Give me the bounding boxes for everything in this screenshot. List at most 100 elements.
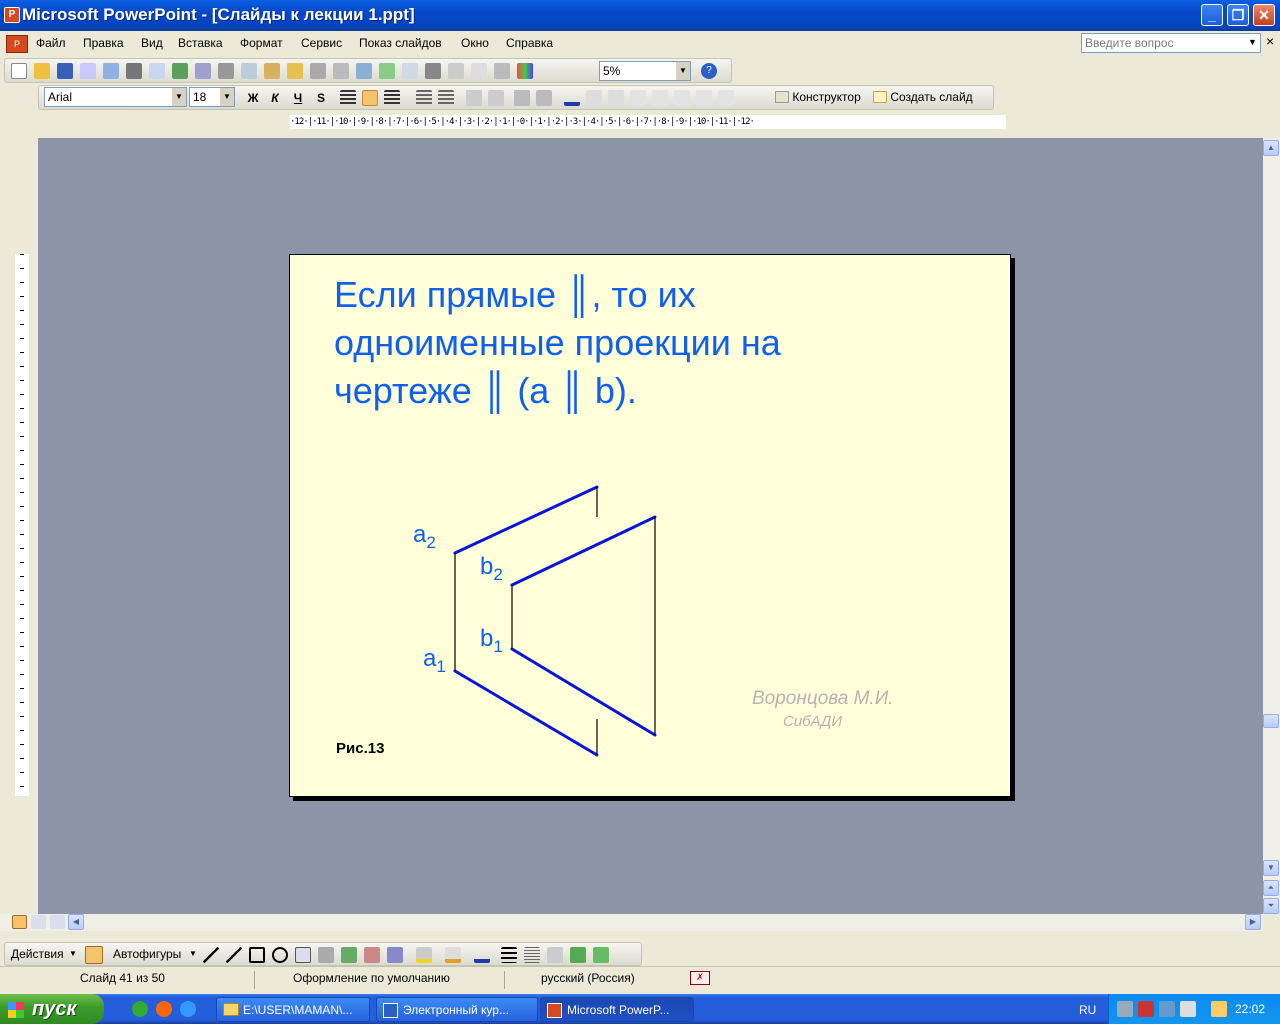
font-size-dropdown-arrow-icon[interactable]: ▼: [220, 88, 234, 106]
spelling-icon[interactable]: [172, 63, 188, 79]
document-close-icon[interactable]: ×: [1266, 33, 1274, 49]
font-size-select[interactable]: 18 ▼: [189, 87, 235, 107]
zoom-select[interactable]: 5% ▼: [599, 61, 691, 81]
decrease-indent-icon[interactable]: [514, 90, 530, 106]
previous-slide-icon[interactable]: ⏶: [1263, 880, 1279, 896]
network-icon[interactable]: [1117, 1001, 1133, 1017]
increase-font-icon[interactable]: [466, 90, 482, 106]
show-desktop-icon[interactable]: [132, 1001, 148, 1017]
zoom-dropdown-arrow-icon[interactable]: ▼: [676, 62, 690, 80]
maximize-button[interactable]: ❐: [1227, 4, 1249, 26]
taskbar-button-word[interactable]: Электронный кур...: [376, 997, 538, 1022]
actions-dropdown-icon[interactable]: ▼: [69, 949, 77, 958]
start-button[interactable]: пуск: [0, 994, 104, 1024]
font-select[interactable]: Arial ▼: [44, 87, 187, 107]
antivirus-icon[interactable]: [1138, 1001, 1154, 1017]
rectangle-tool-icon[interactable]: [249, 947, 265, 963]
fill-color-icon[interactable]: [416, 947, 432, 963]
transition-icon[interactable]: [696, 90, 712, 106]
new-slide-button[interactable]: Создать слайд: [873, 90, 973, 104]
insert-table-icon[interactable]: [379, 63, 395, 79]
designer-button[interactable]: Конструктор: [775, 90, 861, 104]
tray-app-icon[interactable]: [1211, 1001, 1227, 1017]
menu-format[interactable]: Формат: [240, 36, 283, 50]
slide-canvas[interactable]: Если прямые ║, то их одноименные проекци…: [289, 254, 1011, 797]
print-preview-icon[interactable]: [149, 63, 165, 79]
arrow-style-icon[interactable]: [547, 947, 563, 963]
menu-insert[interactable]: Вставка: [178, 36, 223, 50]
help-icon[interactable]: ?: [701, 63, 717, 79]
taskbar-button-explorer[interactable]: E:\USER\MAMAN\...: [216, 997, 370, 1022]
scroll-thumb[interactable]: [1263, 714, 1279, 728]
cut-icon[interactable]: [218, 63, 234, 79]
bullets-icon[interactable]: [438, 90, 454, 106]
help-search-input[interactable]: Введите вопрос: [1081, 33, 1261, 53]
parallel-lines-drawing[interactable]: [290, 255, 1010, 796]
scroll-up-icon[interactable]: ▲: [1263, 140, 1279, 156]
decrease-font-icon[interactable]: [488, 90, 504, 106]
label-a1[interactable]: a1: [423, 645, 446, 677]
arrow-tool-icon[interactable]: [226, 947, 242, 963]
menu-view[interactable]: Вид: [141, 36, 163, 50]
design-template[interactable]: Оформление по умолчанию: [254, 971, 504, 989]
increase-indent-icon[interactable]: [536, 90, 552, 106]
powerpoint-app-icon[interactable]: P: [4, 7, 20, 23]
help-dropdown-arrow-icon[interactable]: ▼: [1248, 37, 1257, 47]
line-color-icon[interactable]: [445, 947, 461, 963]
language-indicator[interactable]: RU: [1079, 1003, 1096, 1017]
actions-menu[interactable]: Действия: [11, 947, 64, 961]
font-dropdown-arrow-icon[interactable]: ▼: [172, 88, 186, 106]
network-connection-icon[interactable]: [1159, 1001, 1175, 1017]
underline-button[interactable]: Ч: [288, 88, 308, 108]
dash-style-icon[interactable]: [524, 947, 540, 963]
horizontal-ruler[interactable]: ·12·|·11·|·10·|·9·|·8·|·7·|·6·|·5·|·4·|·…: [290, 115, 1006, 129]
slideshow-view-icon[interactable]: [50, 915, 65, 929]
autoshapes-dropdown-icon[interactable]: ▼: [189, 949, 197, 958]
label-a2[interactable]: a2: [413, 521, 436, 553]
normal-view-icon[interactable]: [12, 915, 27, 929]
align-center-icon[interactable]: [362, 90, 378, 106]
animation-icon[interactable]: [630, 90, 646, 106]
slide-layout-icon[interactable]: [718, 90, 734, 106]
wordart-tool-icon[interactable]: [318, 947, 334, 963]
copy-icon[interactable]: [241, 63, 257, 79]
taskbar-button-powerpoint[interactable]: Microsoft PowerP...: [540, 997, 694, 1022]
research-icon[interactable]: [195, 63, 211, 79]
diagram-tool-icon[interactable]: [341, 947, 357, 963]
picture-tool-icon[interactable]: [387, 947, 403, 963]
subscript-icon[interactable]: [586, 90, 602, 106]
shadow-style-icon[interactable]: [570, 947, 586, 963]
vertical-ruler[interactable]: [15, 254, 29, 796]
line-tool-icon[interactable]: [203, 947, 219, 963]
color-grayscale-icon[interactable]: [517, 63, 533, 79]
vertical-scrollbar[interactable]: ▲ ▼ ⏶ ⏷: [1263, 138, 1280, 914]
textbox-tool-icon[interactable]: [295, 947, 311, 963]
permission-icon[interactable]: [80, 63, 96, 79]
new-document-icon[interactable]: [11, 63, 27, 79]
minimize-button[interactable]: _: [1201, 4, 1223, 26]
autoshapes-menu[interactable]: Автофигуры: [113, 947, 181, 961]
line-style-icon[interactable]: [501, 947, 517, 963]
menu-help[interactable]: Справка: [506, 36, 553, 50]
bold-button[interactable]: Ж: [243, 88, 263, 108]
insert-diagram-icon[interactable]: [425, 63, 441, 79]
oval-tool-icon[interactable]: [272, 947, 288, 963]
drawing-font-color-icon[interactable]: [474, 947, 490, 963]
scroll-left-icon[interactable]: ◀: [68, 914, 84, 930]
menu-file[interactable]: Файл: [36, 36, 66, 50]
expand-all-icon[interactable]: [448, 63, 464, 79]
internet-explorer-icon[interactable]: [180, 1001, 196, 1017]
email-icon[interactable]: [103, 63, 119, 79]
undo-icon[interactable]: [310, 63, 326, 79]
tables-borders-icon[interactable]: [402, 63, 418, 79]
label-b2[interactable]: b2: [480, 553, 503, 585]
firefox-icon[interactable]: [156, 1001, 172, 1017]
clipart-tool-icon[interactable]: [364, 947, 380, 963]
font-color-icon[interactable]: [564, 90, 580, 106]
align-left-icon[interactable]: [340, 90, 356, 106]
institution-name[interactable]: СибАДИ: [783, 713, 842, 730]
paste-icon[interactable]: [264, 63, 280, 79]
italic-button[interactable]: К: [265, 88, 285, 108]
document-icon[interactable]: P: [6, 35, 28, 53]
menu-window[interactable]: Окно: [461, 36, 489, 50]
